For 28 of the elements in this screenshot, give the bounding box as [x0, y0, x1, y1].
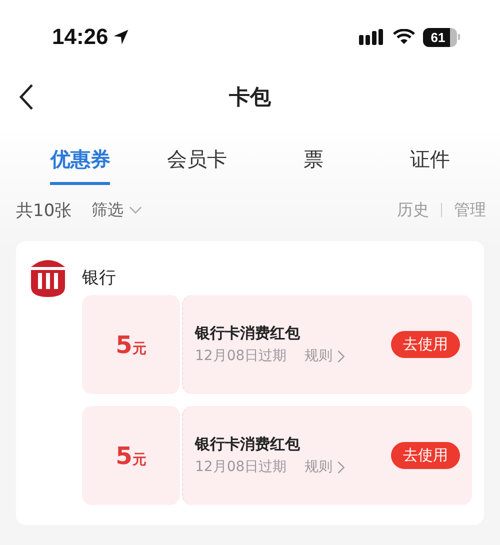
expiry-date: 12月08日过期 [195, 347, 287, 365]
tab[interactable]: 优惠券 [50, 142, 110, 185]
use-button[interactable]: 去使用 [391, 331, 460, 358]
expiry-date: 12月08日过期 [195, 458, 287, 476]
use-button[interactable]: 去使用 [391, 442, 460, 469]
coupon-title: 银行卡消费红包 [195, 324, 301, 343]
tab[interactable]: 票 [303, 142, 324, 185]
rules-link[interactable]: 规则 [304, 347, 345, 365]
filter-dropdown[interactable]: 筛选 [92, 200, 142, 220]
manage-link[interactable]: 管理 [454, 200, 486, 220]
coupon-count: 共10张 [16, 200, 72, 222]
battery-level: 61 [430, 30, 446, 44]
history-link[interactable]: 历史 [397, 200, 429, 220]
coupon-amount: 5元 [116, 330, 146, 358]
clock-time: 14:26 [52, 24, 108, 50]
tab[interactable]: 会员卡 [166, 142, 227, 185]
bank-name: 银行 [82, 266, 116, 288]
location-arrow-icon [112, 28, 130, 46]
rules-link[interactable]: 规则 [304, 458, 345, 476]
chevron-right-icon [336, 460, 345, 474]
chevron-down-icon [128, 206, 142, 214]
tab[interactable]: 证件 [410, 142, 450, 185]
coupon-title: 银行卡消费红包 [195, 435, 301, 454]
coupon-amount: 5元 [116, 442, 146, 470]
page-title: 卡包 [229, 84, 271, 111]
signal-icon [359, 29, 385, 45]
wifi-icon [393, 29, 415, 45]
chevron-right-icon [336, 350, 345, 362]
